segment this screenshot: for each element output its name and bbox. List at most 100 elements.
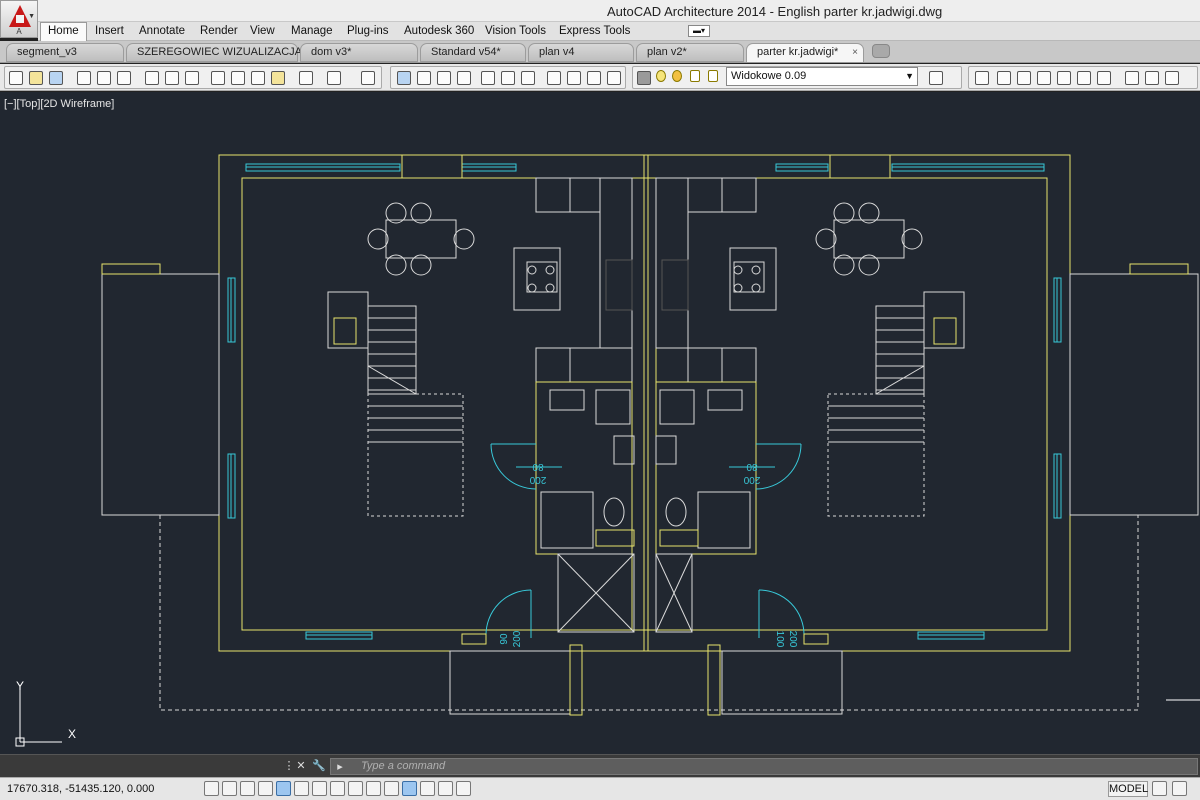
paste-icon[interactable] bbox=[251, 71, 265, 85]
top-view-icon[interactable] bbox=[997, 71, 1011, 85]
terrace-right-wall bbox=[1129, 263, 1189, 275]
tool-palettes-icon[interactable] bbox=[457, 71, 471, 85]
command-input[interactable]: ▸ Type a command bbox=[330, 758, 1198, 775]
match-properties-icon[interactable] bbox=[165, 71, 179, 85]
help-icon[interactable] bbox=[397, 71, 411, 85]
quick-properties-icon[interactable] bbox=[420, 781, 435, 796]
ribbon-tab-manage[interactable]: Manage bbox=[291, 23, 333, 41]
file-tab[interactable]: plan v2* bbox=[636, 43, 744, 62]
quick-view-layouts-icon[interactable] bbox=[1152, 781, 1167, 796]
ribbon-tab-plugins[interactable]: Plug-ins bbox=[347, 23, 389, 41]
close-icon[interactable]: ✕ bbox=[294, 759, 308, 773]
kitchen-counter-run bbox=[599, 177, 633, 349]
bottom-view-icon[interactable] bbox=[1017, 71, 1031, 85]
layer-freeze-sun-icon[interactable] bbox=[672, 70, 682, 82]
properties-icon[interactable] bbox=[417, 71, 431, 85]
calculator-icon[interactable] bbox=[185, 71, 199, 85]
sw-iso-icon[interactable] bbox=[1125, 71, 1139, 85]
porch-pillar-left bbox=[569, 644, 583, 716]
application-menu-button[interactable]: A ▼ bbox=[0, 0, 38, 38]
3d-osnap-icon[interactable] bbox=[312, 781, 327, 796]
ribbon-tab-bar: Home Insert Annotate Render View Manage … bbox=[38, 22, 1200, 41]
ribbon-tab-vision-tools[interactable]: Vision Tools bbox=[485, 23, 546, 41]
file-tab[interactable]: plan v4 bbox=[528, 43, 634, 62]
shower-right bbox=[697, 491, 751, 549]
ribbon-tab-annotate[interactable]: Annotate bbox=[139, 23, 185, 41]
front-view-icon[interactable] bbox=[1077, 71, 1091, 85]
undo-icon[interactable] bbox=[299, 71, 313, 85]
ribbon-tab-insert[interactable]: Insert bbox=[95, 23, 124, 41]
layer-state-icon[interactable] bbox=[607, 71, 621, 85]
close-tab-icon[interactable]: × bbox=[852, 44, 858, 61]
sheet-set-icon[interactable] bbox=[481, 71, 495, 85]
customize-wrench-icon[interactable]: 🔧 bbox=[312, 759, 326, 773]
layer-previous-icon[interactable] bbox=[929, 71, 943, 85]
file-tab[interactable]: SZEREGOWIEC WIZUALIZACJA* bbox=[126, 43, 306, 62]
selection-cycling-icon[interactable] bbox=[438, 781, 453, 796]
command-history-icon[interactable]: ▸ bbox=[333, 760, 347, 774]
new-icon[interactable] bbox=[9, 71, 23, 85]
ribbon-tab-view[interactable]: View bbox=[250, 23, 275, 41]
print-icon[interactable] bbox=[77, 71, 91, 85]
dynamic-input-icon[interactable] bbox=[366, 781, 381, 796]
publish-icon[interactable] bbox=[117, 71, 131, 85]
ne-iso-icon[interactable] bbox=[1165, 71, 1179, 85]
design-center-icon[interactable] bbox=[437, 71, 451, 85]
ribbon-tab-express-tools[interactable]: Express Tools bbox=[559, 23, 630, 41]
annotation-monitor-icon[interactable] bbox=[456, 781, 471, 796]
zoom-previous-icon[interactable] bbox=[587, 71, 601, 85]
pan-icon[interactable] bbox=[361, 71, 375, 85]
ortho-mode-icon[interactable] bbox=[258, 781, 273, 796]
transparency-icon[interactable] bbox=[402, 781, 417, 796]
redo-icon[interactable] bbox=[327, 71, 341, 85]
left-view-icon[interactable] bbox=[1037, 71, 1051, 85]
entry-door-swing-left bbox=[485, 589, 532, 637]
ribbon-tab-autodesk-360[interactable]: Autodesk 360 bbox=[404, 23, 474, 41]
window-title: AutoCAD Architecture 2014 - English part… bbox=[607, 4, 943, 19]
save-icon[interactable] bbox=[49, 71, 63, 85]
layer-lock-icon[interactable] bbox=[690, 70, 700, 82]
ribbon-tab-render[interactable]: Render bbox=[200, 23, 238, 41]
open-icon[interactable] bbox=[29, 71, 43, 85]
drawing-viewport[interactable]: 80 200 80 200 90 200 100 200 Y X [−][Top][2D Wire… bbox=[0, 92, 1200, 754]
lineweight-icon[interactable] bbox=[384, 781, 399, 796]
layer-color-icon[interactable] bbox=[708, 70, 718, 82]
markup-icon[interactable] bbox=[501, 71, 515, 85]
se-iso-icon[interactable] bbox=[1145, 71, 1159, 85]
layer-on-bulb-icon[interactable] bbox=[656, 70, 666, 82]
right-view-icon[interactable] bbox=[1057, 71, 1071, 85]
quick-view-drawings-icon[interactable] bbox=[1172, 781, 1187, 796]
plot-preview-icon[interactable] bbox=[97, 71, 111, 85]
ribbon-minimize-button[interactable]: ▬▾ bbox=[688, 25, 710, 37]
layer-dropdown[interactable]: Widokowe 0.09 ▼ bbox=[726, 67, 918, 86]
back-view-icon[interactable] bbox=[1097, 71, 1111, 85]
layer-icon[interactable] bbox=[637, 71, 651, 85]
site-boundary-dashed bbox=[159, 515, 1139, 711]
quick-calc-icon[interactable] bbox=[521, 71, 535, 85]
file-tab-label: plan v2* bbox=[647, 46, 687, 58]
zoom-window-icon[interactable] bbox=[567, 71, 581, 85]
model-space-button[interactable]: MODEL bbox=[1108, 781, 1148, 797]
viewport-controls-label[interactable]: [−][Top][2D Wireframe] bbox=[4, 98, 114, 110]
polar-tracking-icon[interactable] bbox=[276, 781, 291, 796]
file-tab[interactable]: Standard v54* bbox=[420, 43, 526, 62]
file-tab[interactable]: dom v3* bbox=[300, 43, 418, 62]
new-drawing-tab-button[interactable] bbox=[872, 44, 890, 58]
spell-check-icon[interactable] bbox=[145, 71, 159, 85]
object-snap-icon[interactable] bbox=[294, 781, 309, 796]
view-cube-icon[interactable] bbox=[975, 71, 989, 85]
infer-constraints-icon[interactable] bbox=[204, 781, 219, 796]
file-tab-label: Standard v54* bbox=[431, 46, 501, 58]
object-snap-tracking-icon[interactable] bbox=[330, 781, 345, 796]
file-tab[interactable]: segment_v3 bbox=[6, 43, 124, 62]
cut-icon[interactable] bbox=[211, 71, 225, 85]
dynamic-ucs-icon[interactable] bbox=[348, 781, 363, 796]
snap-mode-icon[interactable] bbox=[222, 781, 237, 796]
copy-icon[interactable] bbox=[231, 71, 245, 85]
paste-special-icon[interactable] bbox=[271, 71, 285, 85]
file-tab-active[interactable]: parter kr.jadwigi* × bbox=[746, 43, 864, 62]
door-frame bbox=[803, 633, 829, 645]
ribbon-tab-home[interactable]: Home bbox=[40, 22, 87, 41]
zoom-icon[interactable] bbox=[547, 71, 561, 85]
grid-display-icon[interactable] bbox=[240, 781, 255, 796]
